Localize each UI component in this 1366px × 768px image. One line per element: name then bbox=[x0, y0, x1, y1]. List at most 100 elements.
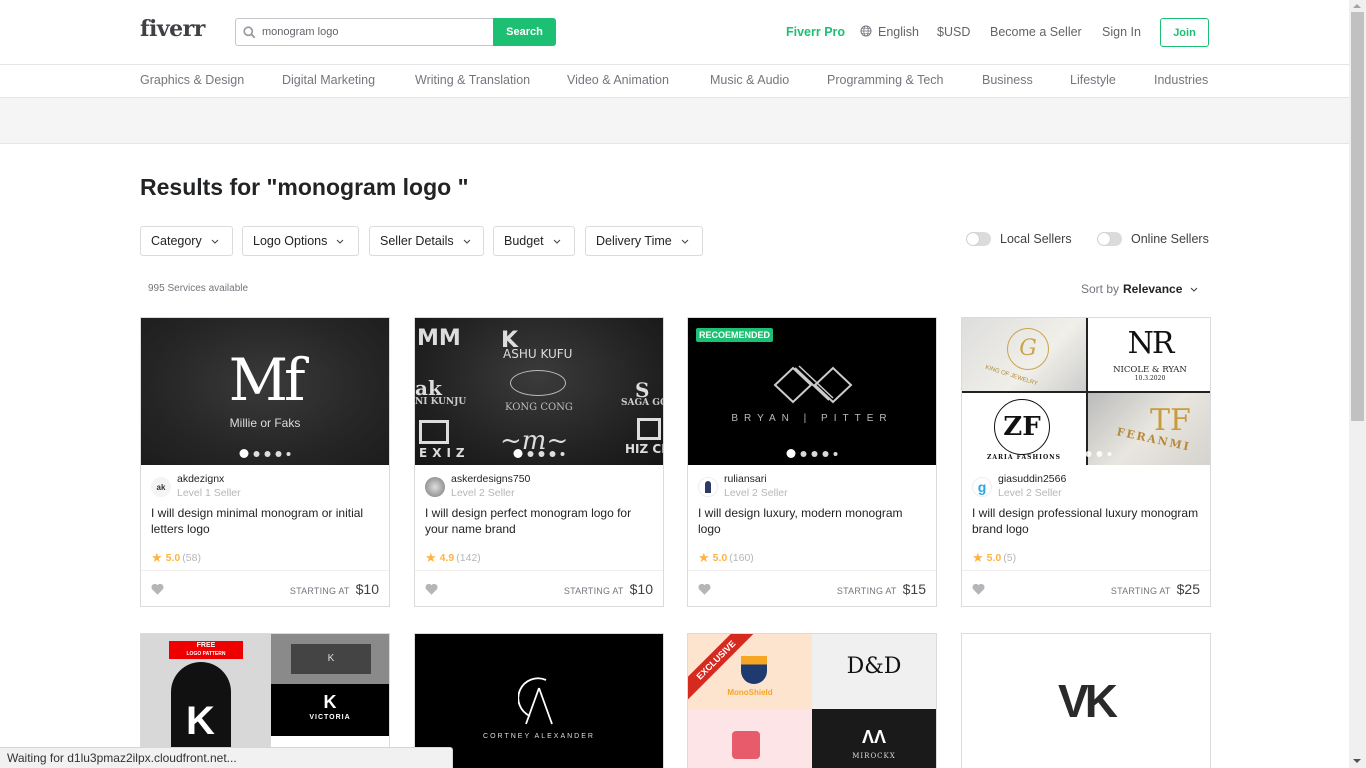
gig-card[interactable]: VK bbox=[961, 633, 1211, 768]
logo-mark: Mf bbox=[228, 346, 306, 414]
become-seller-link[interactable]: Become a Seller bbox=[990, 25, 1082, 39]
page-scrollbar[interactable] bbox=[1349, 0, 1366, 768]
filter-seller-details[interactable]: Seller Details bbox=[369, 226, 484, 256]
search-button[interactable]: Search bbox=[493, 18, 556, 46]
starting-at-label: STARTING AT bbox=[289, 586, 350, 596]
gig-image[interactable]: Mf Millie or Faks bbox=[141, 318, 389, 465]
seller-avatar[interactable]: ak bbox=[151, 477, 171, 497]
gig-price[interactable]: STARTING AT $10 bbox=[564, 581, 653, 597]
heart-icon[interactable] bbox=[972, 583, 985, 595]
recommended-badge: RECOEMENDED bbox=[696, 328, 774, 342]
gig-image[interactable]: RECOEMENDED BRYAN | PITTER bbox=[688, 318, 936, 465]
seller-avatar[interactable] bbox=[425, 477, 445, 497]
carousel-dots[interactable] bbox=[1060, 449, 1112, 458]
logo-mark: ΛΛ bbox=[861, 727, 886, 747]
fiverr-logo[interactable]: fiverr bbox=[140, 16, 205, 42]
gig-card[interactable]: Mf Millie or Faks ak akdezignx Level 1 S… bbox=[140, 317, 390, 607]
heart-icon[interactable] bbox=[698, 583, 711, 595]
logo-mark: G bbox=[1007, 328, 1049, 370]
heart-icon[interactable] bbox=[425, 583, 438, 595]
logo-mark: D&D bbox=[846, 654, 902, 679]
toggle-label: Online Sellers bbox=[1131, 232, 1209, 246]
filter-delivery-time[interactable]: Delivery Time bbox=[585, 226, 703, 256]
sort-dropdown[interactable]: Sort by Relevance bbox=[1081, 282, 1198, 296]
seller-name[interactable]: giasuddin2566 bbox=[998, 473, 1066, 486]
logo-caption: MonoShield bbox=[727, 688, 773, 697]
scrollbar-thumb[interactable] bbox=[1351, 12, 1364, 421]
services-count: 995 Services available bbox=[148, 283, 249, 294]
logo-mark: K bbox=[291, 644, 371, 674]
category-programming-tech[interactable]: Programming & Tech bbox=[827, 73, 944, 87]
category-graphics-design[interactable]: Graphics & Design bbox=[140, 73, 244, 87]
gig-rating: ★ 5.0 (160) bbox=[698, 550, 754, 566]
rating-value: 5.0 bbox=[165, 552, 181, 564]
gig-card[interactable]: RECOEMENDED BRYAN | PITTER ruliansari Le… bbox=[687, 317, 937, 607]
category-industries[interactable]: Industries bbox=[1154, 73, 1208, 87]
toggle-switch[interactable] bbox=[1097, 232, 1122, 246]
currency-selector[interactable]: $USD bbox=[937, 25, 970, 39]
star-icon: ★ bbox=[151, 550, 163, 565]
gig-image[interactable]: MM K ASHU KUFU KONG CONG ak NI KUNJU S S… bbox=[415, 318, 663, 465]
gig-price[interactable]: STARTING AT $10 bbox=[290, 581, 379, 597]
search-field[interactable] bbox=[235, 18, 493, 46]
carousel-dots[interactable] bbox=[513, 449, 565, 458]
gig-card[interactable]: G KING OF JEWELRY NR NICOLE & RYAN 10.3.… bbox=[961, 317, 1211, 607]
gig-price[interactable]: STARTING AT $15 bbox=[837, 581, 926, 597]
local-sellers-toggle[interactable]: Local Sellers bbox=[966, 232, 1072, 246]
join-button[interactable]: Join bbox=[1160, 18, 1209, 47]
seller-info: ruliansari Level 2 Seller bbox=[698, 473, 788, 500]
chevron-down-icon bbox=[681, 239, 689, 244]
logo-tile: K VICTORIA bbox=[271, 684, 389, 736]
gig-image[interactable]: VK bbox=[962, 634, 1210, 768]
category-lifestyle[interactable]: Lifestyle bbox=[1070, 73, 1116, 87]
seller-name[interactable]: ruliansari bbox=[724, 473, 788, 486]
star-icon: ★ bbox=[425, 550, 437, 565]
gig-card[interactable]: EXCLUSIVE MonoShield D&D ΛΛ MIROCKX bbox=[687, 633, 937, 768]
logo-tile: NR NICOLE & RYAN 10.3.2020 bbox=[1088, 318, 1210, 391]
filter-category[interactable]: Category bbox=[140, 226, 233, 256]
category-writing-translation[interactable]: Writing & Translation bbox=[415, 73, 530, 87]
filter-label: Delivery Time bbox=[596, 234, 672, 248]
gig-title[interactable]: I will design luxury, modern monogram lo… bbox=[698, 505, 928, 537]
carousel-dots[interactable] bbox=[239, 449, 291, 458]
banner-subtitle: LOGO PATTERN bbox=[186, 651, 226, 657]
logo-caption: NI KUNJU bbox=[415, 397, 467, 407]
category-video-animation[interactable]: Video & Animation bbox=[567, 73, 669, 87]
seller-avatar[interactable] bbox=[698, 477, 718, 497]
price-value: $15 bbox=[902, 581, 926, 597]
seller-name[interactable]: akdezignx bbox=[177, 473, 241, 486]
scroll-down-arrow-icon[interactable] bbox=[1353, 759, 1361, 763]
logo-caption: KONG CONG bbox=[505, 402, 573, 413]
seller-avatar[interactable]: g bbox=[972, 477, 992, 497]
sign-in-link[interactable]: Sign In bbox=[1102, 25, 1141, 39]
price-value: $10 bbox=[629, 581, 653, 597]
logo-caption: CORTNEY ALEXANDER bbox=[483, 733, 595, 740]
language-label: English bbox=[878, 25, 919, 39]
logo-mark: K bbox=[186, 699, 215, 743]
fiverr-pro-link[interactable]: Fiverr Pro bbox=[786, 25, 845, 39]
review-count: (5) bbox=[1003, 552, 1017, 564]
gig-card[interactable]: MM K ASHU KUFU KONG CONG ak NI KUNJU S S… bbox=[414, 317, 664, 607]
gig-rating: ★ 5.0 (5) bbox=[972, 550, 1016, 566]
gig-title[interactable]: I will design perfect monogram logo for … bbox=[425, 505, 655, 537]
category-music-audio[interactable]: Music & Audio bbox=[710, 73, 789, 87]
logo-caption: SAGA GO bbox=[621, 398, 663, 408]
online-sellers-toggle[interactable]: Online Sellers bbox=[1097, 232, 1209, 246]
search-input[interactable] bbox=[262, 26, 482, 38]
logo-mark bbox=[510, 370, 566, 396]
gig-price[interactable]: STARTING AT $25 bbox=[1111, 581, 1200, 597]
scroll-up-arrow-icon[interactable] bbox=[1353, 4, 1361, 8]
language-selector[interactable]: English bbox=[860, 25, 919, 39]
category-business[interactable]: Business bbox=[982, 73, 1033, 87]
toggle-switch[interactable] bbox=[966, 232, 991, 246]
category-digital-marketing[interactable]: Digital Marketing bbox=[282, 73, 375, 87]
gig-title[interactable]: I will design professional luxury monogr… bbox=[972, 505, 1202, 537]
filter-logo-options[interactable]: Logo Options bbox=[242, 226, 359, 256]
filter-budget[interactable]: Budget bbox=[493, 226, 575, 256]
price-value: $10 bbox=[355, 581, 379, 597]
gig-image[interactable]: G KING OF JEWELRY NR NICOLE & RYAN 10.3.… bbox=[962, 318, 1210, 465]
seller-name[interactable]: askerdesigns750 bbox=[451, 473, 530, 486]
heart-icon[interactable] bbox=[151, 583, 164, 595]
carousel-dots[interactable] bbox=[786, 449, 838, 458]
gig-title[interactable]: I will design minimal monogram or initia… bbox=[151, 505, 381, 537]
